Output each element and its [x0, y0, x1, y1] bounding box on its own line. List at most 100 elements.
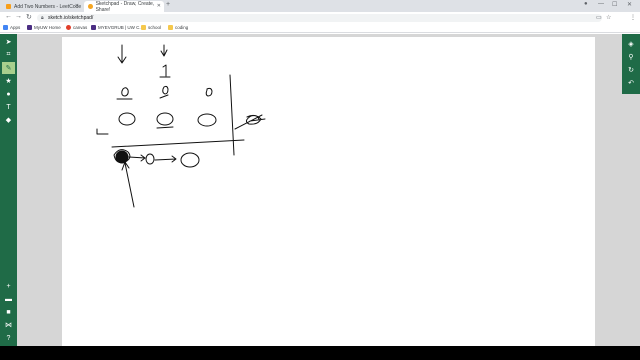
sketch-small-zero: [205, 87, 213, 97]
pen-tool[interactable]: ✎: [2, 62, 15, 74]
circle-icon: ●: [6, 90, 11, 98]
sketch-arrow-up: [121, 161, 135, 208]
stamp-tool[interactable]: ★: [2, 75, 15, 87]
crop-tool[interactable]: ⌗: [2, 49, 15, 61]
bookmark-star-icon[interactable]: ☆: [606, 14, 611, 21]
bookmark-label: Apps: [10, 25, 21, 30]
select-tool[interactable]: ➤: [2, 36, 15, 48]
forward-icon[interactable]: →: [15, 13, 22, 20]
sketch-large-zero: [156, 112, 174, 126]
right-gutter: [622, 94, 640, 346]
sketch-dash: [96, 128, 109, 135]
drawing-canvas[interactable]: [62, 37, 595, 346]
undo-tool[interactable]: ↶: [624, 77, 638, 89]
sketchpad-app: ➤ ⌗ ✎ ★ ● T ◆ + ▬ ■ ⋈ ? ◈ ⚲ ↻ ↶: [0, 34, 640, 346]
sketch-small-circle: [145, 153, 155, 165]
share-tool[interactable]: ⋈: [2, 319, 15, 331]
sketch-small-zero: [116, 87, 133, 100]
sketch-scribble: [234, 114, 266, 130]
save-icon: ■: [6, 308, 11, 316]
canvas-icon: [66, 25, 71, 30]
open-tool[interactable]: ▬: [2, 293, 15, 305]
bucket-icon: ◆: [5, 117, 12, 124]
canvas-area: [17, 34, 622, 346]
new-tab-icon[interactable]: +: [166, 1, 170, 8]
tab-leetcode[interactable]: Add Two Numbers - LeetCode ✕: [2, 1, 82, 12]
sketchpad-favicon-icon: [88, 4, 93, 9]
bookmark-apps[interactable]: Apps: [3, 25, 20, 30]
tab-strip: Add Two Numbers - LeetCode ✕ Sketchpad -…: [0, 0, 640, 13]
bookmark-label: canvas: [73, 25, 88, 30]
shape-tool[interactable]: ●: [2, 88, 15, 100]
bookmark-folder-coding[interactable]: coding: [168, 25, 188, 30]
left-toolbar: ➤ ⌗ ✎ ★ ● T ◆ + ▬ ■ ⋈ ?: [0, 34, 17, 346]
close-icon[interactable]: ✕: [157, 3, 161, 9]
bookmarks-bar: Apps MyUW Home canvas MYEVGRUB | UW C...…: [0, 24, 640, 33]
tab-title: Add Two Numbers - LeetCode: [14, 3, 82, 10]
add-tool[interactable]: +: [2, 280, 15, 292]
window-close-icon[interactable]: ✕: [627, 1, 632, 8]
bookmark-myevgrub[interactable]: MYEVGRUB | UW C...: [91, 25, 143, 30]
sketch-large-zero: [118, 112, 136, 126]
sketch-arrow-down: [160, 44, 168, 57]
help-icon: ?: [6, 334, 11, 342]
pencil-icon: ✎: [5, 65, 12, 72]
back-icon[interactable]: ←: [5, 13, 12, 20]
tab-sketchpad[interactable]: Sketchpad - Draw, Create, Share! ✕: [84, 0, 164, 13]
bookmark-label: MYEVGRUB | UW C...: [98, 25, 144, 30]
bookmark-canvas[interactable]: canvas: [66, 25, 87, 30]
fill-tool[interactable]: ◆: [2, 114, 15, 126]
sketch-arrow-right: [128, 154, 146, 162]
folder-icon: ▬: [5, 295, 12, 303]
sketch-drawing: [96, 44, 266, 208]
uw-icon: [91, 25, 96, 30]
sketch-small-zero: [159, 85, 169, 99]
save-tool[interactable]: ■: [2, 306, 15, 318]
minimize-icon[interactable]: —: [598, 1, 604, 7]
sketch-digit-one: [159, 64, 171, 78]
history-tool[interactable]: ↻: [624, 64, 638, 76]
browser-toolbar: ← → ↻ 🔒︎ sketch.io/sketchpad/ ▭ ☆ ⋮: [0, 12, 640, 33]
zoom-tool[interactable]: ⚲: [624, 51, 638, 63]
browser-window: Add Two Numbers - LeetCode ✕ Sketchpad -…: [0, 0, 640, 346]
folder-icon: [168, 25, 173, 30]
sketch-vertical-line: [229, 74, 235, 156]
history-icon: ↻: [628, 67, 634, 74]
address-url[interactable]: sketch.io/sketchpad/: [48, 15, 93, 21]
search-icon: ⚲: [628, 54, 634, 61]
bookmark-label: MyUW Home: [34, 25, 61, 30]
plus-icon: +: [6, 282, 11, 290]
lock-icon: 🔒︎: [41, 15, 44, 21]
address-bar[interactable]: 🔒︎ sketch.io/sketchpad/: [37, 14, 602, 22]
text-icon: T: [6, 103, 11, 111]
bookmark-folder-school[interactable]: school: [141, 25, 161, 30]
sketch-large-zero: [180, 152, 200, 168]
uw-icon: [27, 25, 32, 30]
cursor-icon: ➤: [5, 39, 12, 46]
sketch-horizontal-line: [111, 139, 245, 148]
undo-icon: ↶: [628, 80, 634, 87]
reload-icon[interactable]: ↻: [26, 13, 32, 21]
bookmark-label: coding: [175, 25, 189, 30]
tab-title: Sketchpad - Draw, Create, Share!: [95, 0, 155, 13]
leetcode-favicon-icon: [6, 4, 11, 9]
chrome-account-icon[interactable]: ●: [584, 1, 588, 7]
cast-icon[interactable]: ▭: [596, 14, 602, 21]
text-tool[interactable]: T: [2, 101, 15, 113]
close-icon[interactable]: ✕: [75, 3, 79, 9]
sketch-arrow-down: [117, 44, 127, 64]
sketch-large-zero: [197, 113, 217, 127]
folder-icon: [141, 25, 146, 30]
sketch-arrow-right: [154, 155, 177, 163]
bookmark-myuw-home[interactable]: MyUW Home: [27, 25, 61, 30]
bookmark-label: school: [148, 25, 162, 30]
crop-icon: ⌗: [6, 51, 11, 58]
star-icon: ★: [5, 78, 12, 85]
layers-tool[interactable]: ◈: [624, 38, 638, 50]
maximize-icon[interactable]: ☐: [612, 1, 617, 8]
right-toolbar: ◈ ⚲ ↻ ↶: [622, 34, 640, 94]
layers-icon: ◈: [628, 41, 634, 48]
menu-kebab-icon[interactable]: ⋮: [630, 14, 636, 21]
share-icon: ⋈: [5, 322, 12, 329]
help-tool[interactable]: ?: [2, 332, 15, 344]
